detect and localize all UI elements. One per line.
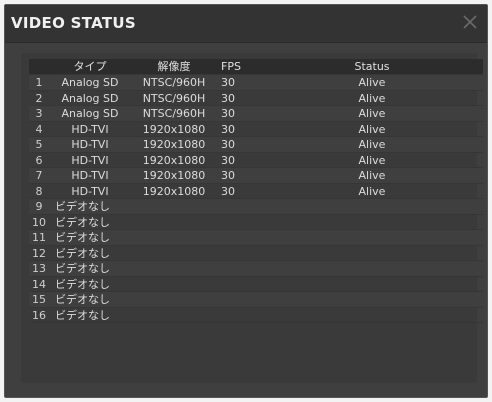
row-status: Alive — [358, 184, 386, 198]
row-type: ビデオなし — [55, 277, 110, 291]
row-fps: 30 — [221, 122, 235, 136]
row-index: 4 — [35, 122, 43, 136]
table-row: 11 ビデオなし — [29, 230, 483, 246]
row-type: HD-TVI — [71, 169, 109, 182]
table-row: 3 Analog SD NTSC/960H 30 Alive — [29, 106, 483, 122]
header-resolution: 解像度 — [157, 60, 191, 73]
row-fps: 30 — [221, 107, 235, 120]
table-row: 16 ビデオなし — [29, 308, 483, 323]
row-resolution: 1920x1080 — [142, 122, 206, 136]
row-type: HD-TVI — [71, 153, 109, 167]
table-row: 1 Analog SD NTSC/960H 30 Alive — [29, 75, 483, 91]
row-index: 3 — [35, 107, 43, 120]
row-fps: 30 — [221, 184, 235, 198]
row-type: ビデオなし — [55, 215, 110, 229]
window-title: VIDEO STATUS — [11, 14, 136, 32]
row-status: Alive — [358, 138, 386, 151]
row-index: 1 — [35, 76, 43, 89]
row-fps: 30 — [221, 153, 235, 167]
row-index: 5 — [35, 138, 43, 151]
header-type: タイプ — [73, 60, 107, 73]
row-status: Alive — [358, 169, 386, 182]
row-index: 6 — [35, 153, 43, 167]
row-fps: 30 — [221, 91, 235, 105]
row-type: ビデオなし — [55, 246, 110, 260]
row-index: 13 — [32, 262, 46, 275]
row-status: Alive — [358, 76, 386, 89]
row-fps: 30 — [221, 169, 235, 182]
table-row: 7 HD-TVI 1920x1080 30 Alive — [29, 168, 483, 184]
table-row: 4 HD-TVI 1920x1080 30 Alive — [29, 122, 483, 137]
row-index: 16 — [32, 308, 46, 322]
row-status: Alive — [358, 122, 386, 136]
title-bar: VIDEO STATUS — [5, 5, 487, 43]
row-type: ビデオなし — [55, 200, 110, 213]
table-row: 2 Analog SD NTSC/960H 30 Alive — [29, 91, 483, 106]
row-index: 2 — [35, 91, 43, 105]
row-type: ビデオなし — [55, 293, 110, 306]
table-row: 10 ビデオなし — [29, 215, 483, 230]
header-fps: FPS — [221, 60, 241, 73]
row-type: Analog SD — [61, 91, 119, 105]
video-status-window: VIDEO STATUS タイプ 解像度 FPS Status 1 Analog … — [4, 4, 488, 398]
row-index: 14 — [32, 277, 46, 291]
table-row: 8 HD-TVI 1920x1080 30 Alive — [29, 184, 483, 199]
table-row: 13 ビデオなし — [29, 261, 483, 277]
row-index: 11 — [32, 231, 46, 244]
table-row: 12 ビデオなし — [29, 246, 483, 261]
row-resolution: 1920x1080 — [142, 184, 206, 198]
row-index: 12 — [32, 246, 46, 260]
row-resolution: 1920x1080 — [142, 153, 206, 167]
row-type: ビデオなし — [55, 231, 110, 244]
row-index: 7 — [35, 169, 43, 182]
row-resolution: NTSC/960H — [142, 107, 206, 120]
row-type: Analog SD — [61, 107, 119, 120]
header-status: Status — [354, 60, 390, 73]
row-type: HD-TVI — [71, 184, 109, 198]
row-index: 8 — [35, 184, 43, 198]
row-fps: 30 — [221, 138, 235, 151]
table-row: 9 ビデオなし — [29, 199, 483, 215]
table-row: 15 ビデオなし — [29, 292, 483, 308]
table-row: 6 HD-TVI 1920x1080 30 Alive — [29, 153, 483, 168]
table-body: 1 Analog SD NTSC/960H 30 Alive 2 Analog SD NTSC… — [29, 75, 483, 323]
row-type: Analog SD — [61, 76, 119, 89]
row-type: ビデオなし — [55, 308, 110, 322]
row-status: Alive — [358, 91, 386, 105]
table-header: タイプ 解像度 FPS Status — [29, 59, 483, 75]
row-resolution: 1920x1080 — [142, 169, 206, 182]
row-index: 15 — [32, 293, 46, 306]
row-resolution: 1920x1080 — [142, 138, 206, 151]
row-type: HD-TVI — [71, 122, 109, 136]
row-status: Alive — [358, 153, 386, 167]
row-index: 9 — [35, 200, 43, 213]
row-type: ビデオなし — [55, 262, 110, 275]
table-row: 5 HD-TVI 1920x1080 30 Alive — [29, 137, 483, 153]
row-type: HD-TVI — [71, 138, 109, 151]
row-status: Alive — [358, 107, 386, 120]
row-index: 10 — [32, 215, 46, 229]
status-panel: タイプ 解像度 FPS Status 1 Analog SD NTSC/960H 30… — [21, 53, 483, 383]
row-resolution: NTSC/960H — [142, 91, 206, 105]
row-resolution: NTSC/960H — [142, 76, 206, 89]
row-fps: 30 — [221, 76, 235, 89]
video-status-table: タイプ 解像度 FPS Status 1 Analog SD NTSC/960H 30… — [29, 59, 483, 323]
close-icon[interactable] — [461, 13, 479, 31]
table-row: 14 ビデオなし — [29, 277, 483, 292]
